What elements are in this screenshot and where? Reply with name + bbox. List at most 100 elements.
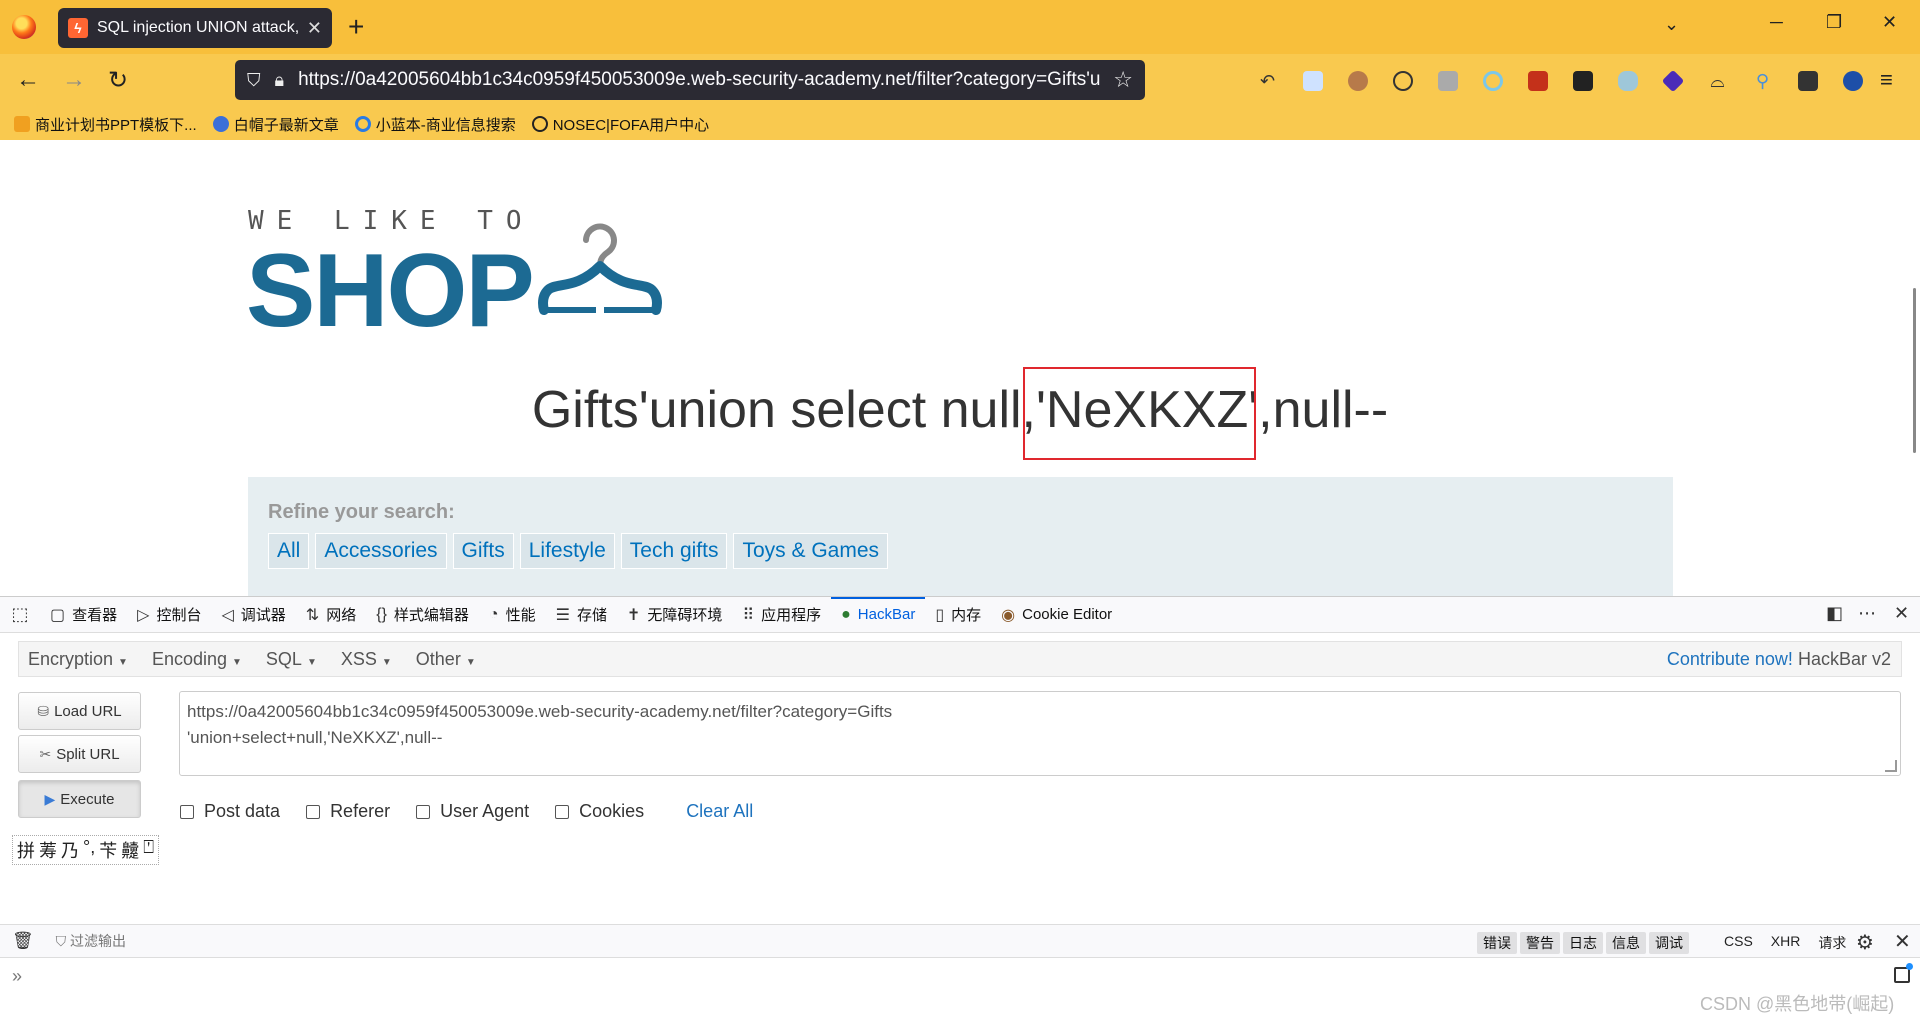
- tab-cookie-editor[interactable]: ◉ Cookie Editor: [991, 597, 1122, 633]
- ime-settings-icon[interactable]: ⍞: [143, 837, 154, 863]
- execute-button[interactable]: ▶ Execute: [18, 780, 141, 818]
- toggle-icon[interactable]: [1605, 69, 1650, 93]
- lock-icon[interactable]: 🔒︎: [275, 70, 285, 91]
- hacker-icon[interactable]: [1785, 69, 1830, 93]
- forward-arrow-icon[interactable]: →: [62, 66, 86, 94]
- ime-glyph-icon[interactable]: 乃: [61, 837, 79, 863]
- tab-accessibility[interactable]: ✝ 无障碍环境: [617, 597, 732, 633]
- address-bar[interactable]: ⛉ 🔒︎ https://0a42005604bb1c34c0959f45005…: [235, 60, 1145, 100]
- filter-toys-games[interactable]: Toys & Games: [733, 533, 889, 569]
- restore-icon[interactable]: ❐: [1826, 12, 1842, 33]
- minimize-icon[interactable]: ─: [1770, 12, 1783, 33]
- shield-icon[interactable]: ⛉: [247, 70, 261, 91]
- bookmark-item[interactable]: NOSEC|FOFA用户中心: [531, 114, 709, 135]
- filter-requests[interactable]: 请求: [1818, 933, 1846, 953]
- contribute-link[interactable]: Contribute now!: [1667, 649, 1793, 669]
- back-arrow-icon[interactable]: ←: [16, 66, 40, 94]
- user-agent-checkbox[interactable]: User Agent: [416, 801, 529, 822]
- puzzle-icon[interactable]: [1425, 69, 1470, 93]
- referer-checkbox[interactable]: Referer: [306, 801, 390, 822]
- gear-icon[interactable]: ⚙: [1856, 930, 1874, 955]
- hat-icon[interactable]: ⌓: [1695, 69, 1740, 93]
- window-close-icon[interactable]: ✕: [1882, 12, 1897, 33]
- url-textarea[interactable]: https://0a42005604bb1c34c0959f450053009e…: [179, 691, 1901, 776]
- dock-side-icon[interactable]: ◧: [1826, 603, 1843, 624]
- level-errors[interactable]: 错误: [1477, 932, 1517, 954]
- tab-close-icon[interactable]: ✕: [307, 18, 322, 39]
- menu-icon[interactable]: ≡: [1880, 67, 1893, 93]
- element-picker-icon[interactable]: ⬚: [0, 604, 40, 625]
- menu-other[interactable]: Other ▼: [407, 649, 485, 670]
- menu-encryption[interactable]: Encryption ▼: [19, 649, 137, 670]
- clear-all-link[interactable]: Clear All: [686, 801, 753, 822]
- bookmark-item[interactable]: 商业计划书PPT模板下...: [14, 114, 197, 135]
- tab-hackbar[interactable]: ● HackBar: [831, 596, 926, 633]
- cookie-outline-icon[interactable]: [1380, 69, 1425, 93]
- level-logs[interactable]: 日志: [1563, 932, 1603, 954]
- console-filter-input[interactable]: ⛉ 过滤输出: [56, 931, 126, 951]
- tab-debugger[interactable]: ◁ 调试器: [211, 597, 295, 633]
- chevron-down-icon[interactable]: ⌄: [1664, 14, 1679, 35]
- extension-icon[interactable]: [1290, 69, 1335, 93]
- burp-icon[interactable]: [1515, 69, 1560, 93]
- cookies-checkbox[interactable]: Cookies: [555, 801, 644, 822]
- button-label: Execute: [60, 790, 115, 808]
- filter-lifestyle[interactable]: Lifestyle: [519, 533, 615, 569]
- ime-glyph-icon[interactable]: 䶑: [121, 837, 139, 863]
- ring-icon[interactable]: [1470, 69, 1515, 93]
- split-url-button[interactable]: ✂ Split URL: [18, 735, 141, 773]
- tab-storage[interactable]: ☰ 存储: [546, 597, 617, 633]
- browser-tab[interactable]: ϟ SQL injection UNION attack, ✕: [58, 8, 332, 48]
- trash-icon[interactable]: 🗑︎: [12, 931, 34, 951]
- bookmark-star-icon[interactable]: ☆: [1113, 67, 1133, 93]
- more-options-icon[interactable]: ⋯: [1858, 603, 1876, 624]
- load-url-button[interactable]: ⛁ Load URL: [18, 692, 141, 730]
- reply-arrow-icon[interactable]: ↶: [1245, 69, 1290, 93]
- ime-punct-icon[interactable]: °,: [83, 837, 95, 863]
- diamond-icon[interactable]: [1650, 69, 1695, 93]
- bookmark-favicon-icon: [14, 116, 30, 132]
- menu-label: Encoding: [151, 648, 228, 669]
- new-tab-button[interactable]: +: [348, 11, 364, 43]
- grid-icon: ⠿: [742, 606, 755, 624]
- post-data-checkbox[interactable]: Post data: [180, 801, 280, 822]
- cookie-icon[interactable]: [1335, 69, 1380, 93]
- bookmark-item[interactable]: 小蓝本-商业信息搜索: [354, 114, 516, 135]
- page-scrollbar[interactable]: [1913, 288, 1916, 453]
- ime-glyph-icon[interactable]: 䓓: [39, 837, 57, 863]
- url-text[interactable]: https://0a42005604bb1c34c0959f450053009e…: [298, 69, 1113, 91]
- menu-sql[interactable]: SQL ▼: [257, 649, 326, 670]
- menu-encoding[interactable]: Encoding ▼: [143, 649, 251, 670]
- tab-memory[interactable]: ▯ 内存: [925, 597, 991, 633]
- ime-pinyin-icon[interactable]: 拼: [17, 837, 35, 863]
- filter-all[interactable]: All: [268, 533, 310, 569]
- firefox-logo-icon[interactable]: [12, 15, 36, 39]
- menu-xss[interactable]: XSS ▼: [332, 649, 401, 670]
- filter-css[interactable]: CSS: [1724, 933, 1753, 953]
- triangle-icon[interactable]: [1830, 69, 1875, 93]
- devtools-close-icon[interactable]: ✕: [1894, 603, 1909, 624]
- level-info[interactable]: 信息: [1606, 932, 1646, 954]
- tab-network[interactable]: ⇅ 网络: [296, 597, 366, 633]
- pin-icon[interactable]: ⚲: [1740, 69, 1785, 93]
- console-close-icon[interactable]: ✕: [1894, 929, 1911, 954]
- tab-inspector[interactable]: ▢ 查看器: [40, 597, 127, 633]
- tab-style-editor[interactable]: {} 样式编辑器: [366, 597, 479, 633]
- level-debug[interactable]: 调试: [1649, 932, 1689, 954]
- tab-performance[interactable]: ◔ 性能: [479, 597, 546, 633]
- hackbar-version: HackBar v2: [1797, 649, 1891, 669]
- level-warnings[interactable]: 警告: [1520, 932, 1560, 954]
- storage-icon: ☰: [555, 606, 570, 624]
- filter-xhr[interactable]: XHR: [1771, 933, 1801, 953]
- tab-application[interactable]: ⠿ 应用程序: [732, 597, 831, 633]
- filter-tech-gifts[interactable]: Tech gifts: [620, 533, 728, 569]
- filter-gifts[interactable]: Gifts: [452, 533, 514, 569]
- mask-icon[interactable]: [1560, 69, 1605, 93]
- reload-icon[interactable]: ↻: [108, 66, 128, 95]
- bookmark-item[interactable]: 白帽子最新文章: [212, 114, 339, 135]
- play-icon: ▶: [44, 790, 56, 807]
- filter-accessories[interactable]: Accessories: [315, 533, 447, 569]
- console-prompt[interactable]: »: [12, 966, 22, 987]
- tab-console[interactable]: ▷ 控制台: [127, 597, 211, 633]
- ime-glyph-icon[interactable]: 苄: [99, 837, 117, 863]
